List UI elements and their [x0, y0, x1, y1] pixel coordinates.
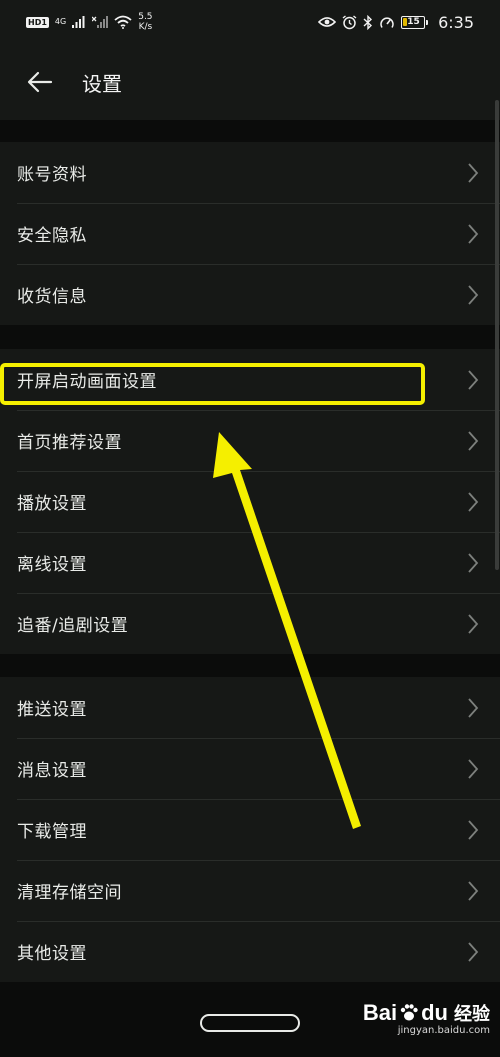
navigation-bar: Bai du 经验 jingyan.baidu.com [0, 994, 500, 1057]
watermark: Bai du 经验 jingyan.baidu.com [363, 1000, 490, 1036]
watermark-logo-text: Bai [362, 1000, 398, 1025]
home-indicator[interactable] [200, 1014, 300, 1032]
watermark-url: jingyan.baidu.com [397, 1025, 490, 1036]
watermark-logo-suffix: du [421, 1000, 448, 1025]
watermark-logo-cn: 经验 [454, 1004, 490, 1024]
watermark-logo: Bai du 经验 [363, 1000, 490, 1026]
arrow-annotation [213, 432, 361, 829]
paw-icon [400, 1004, 418, 1021]
